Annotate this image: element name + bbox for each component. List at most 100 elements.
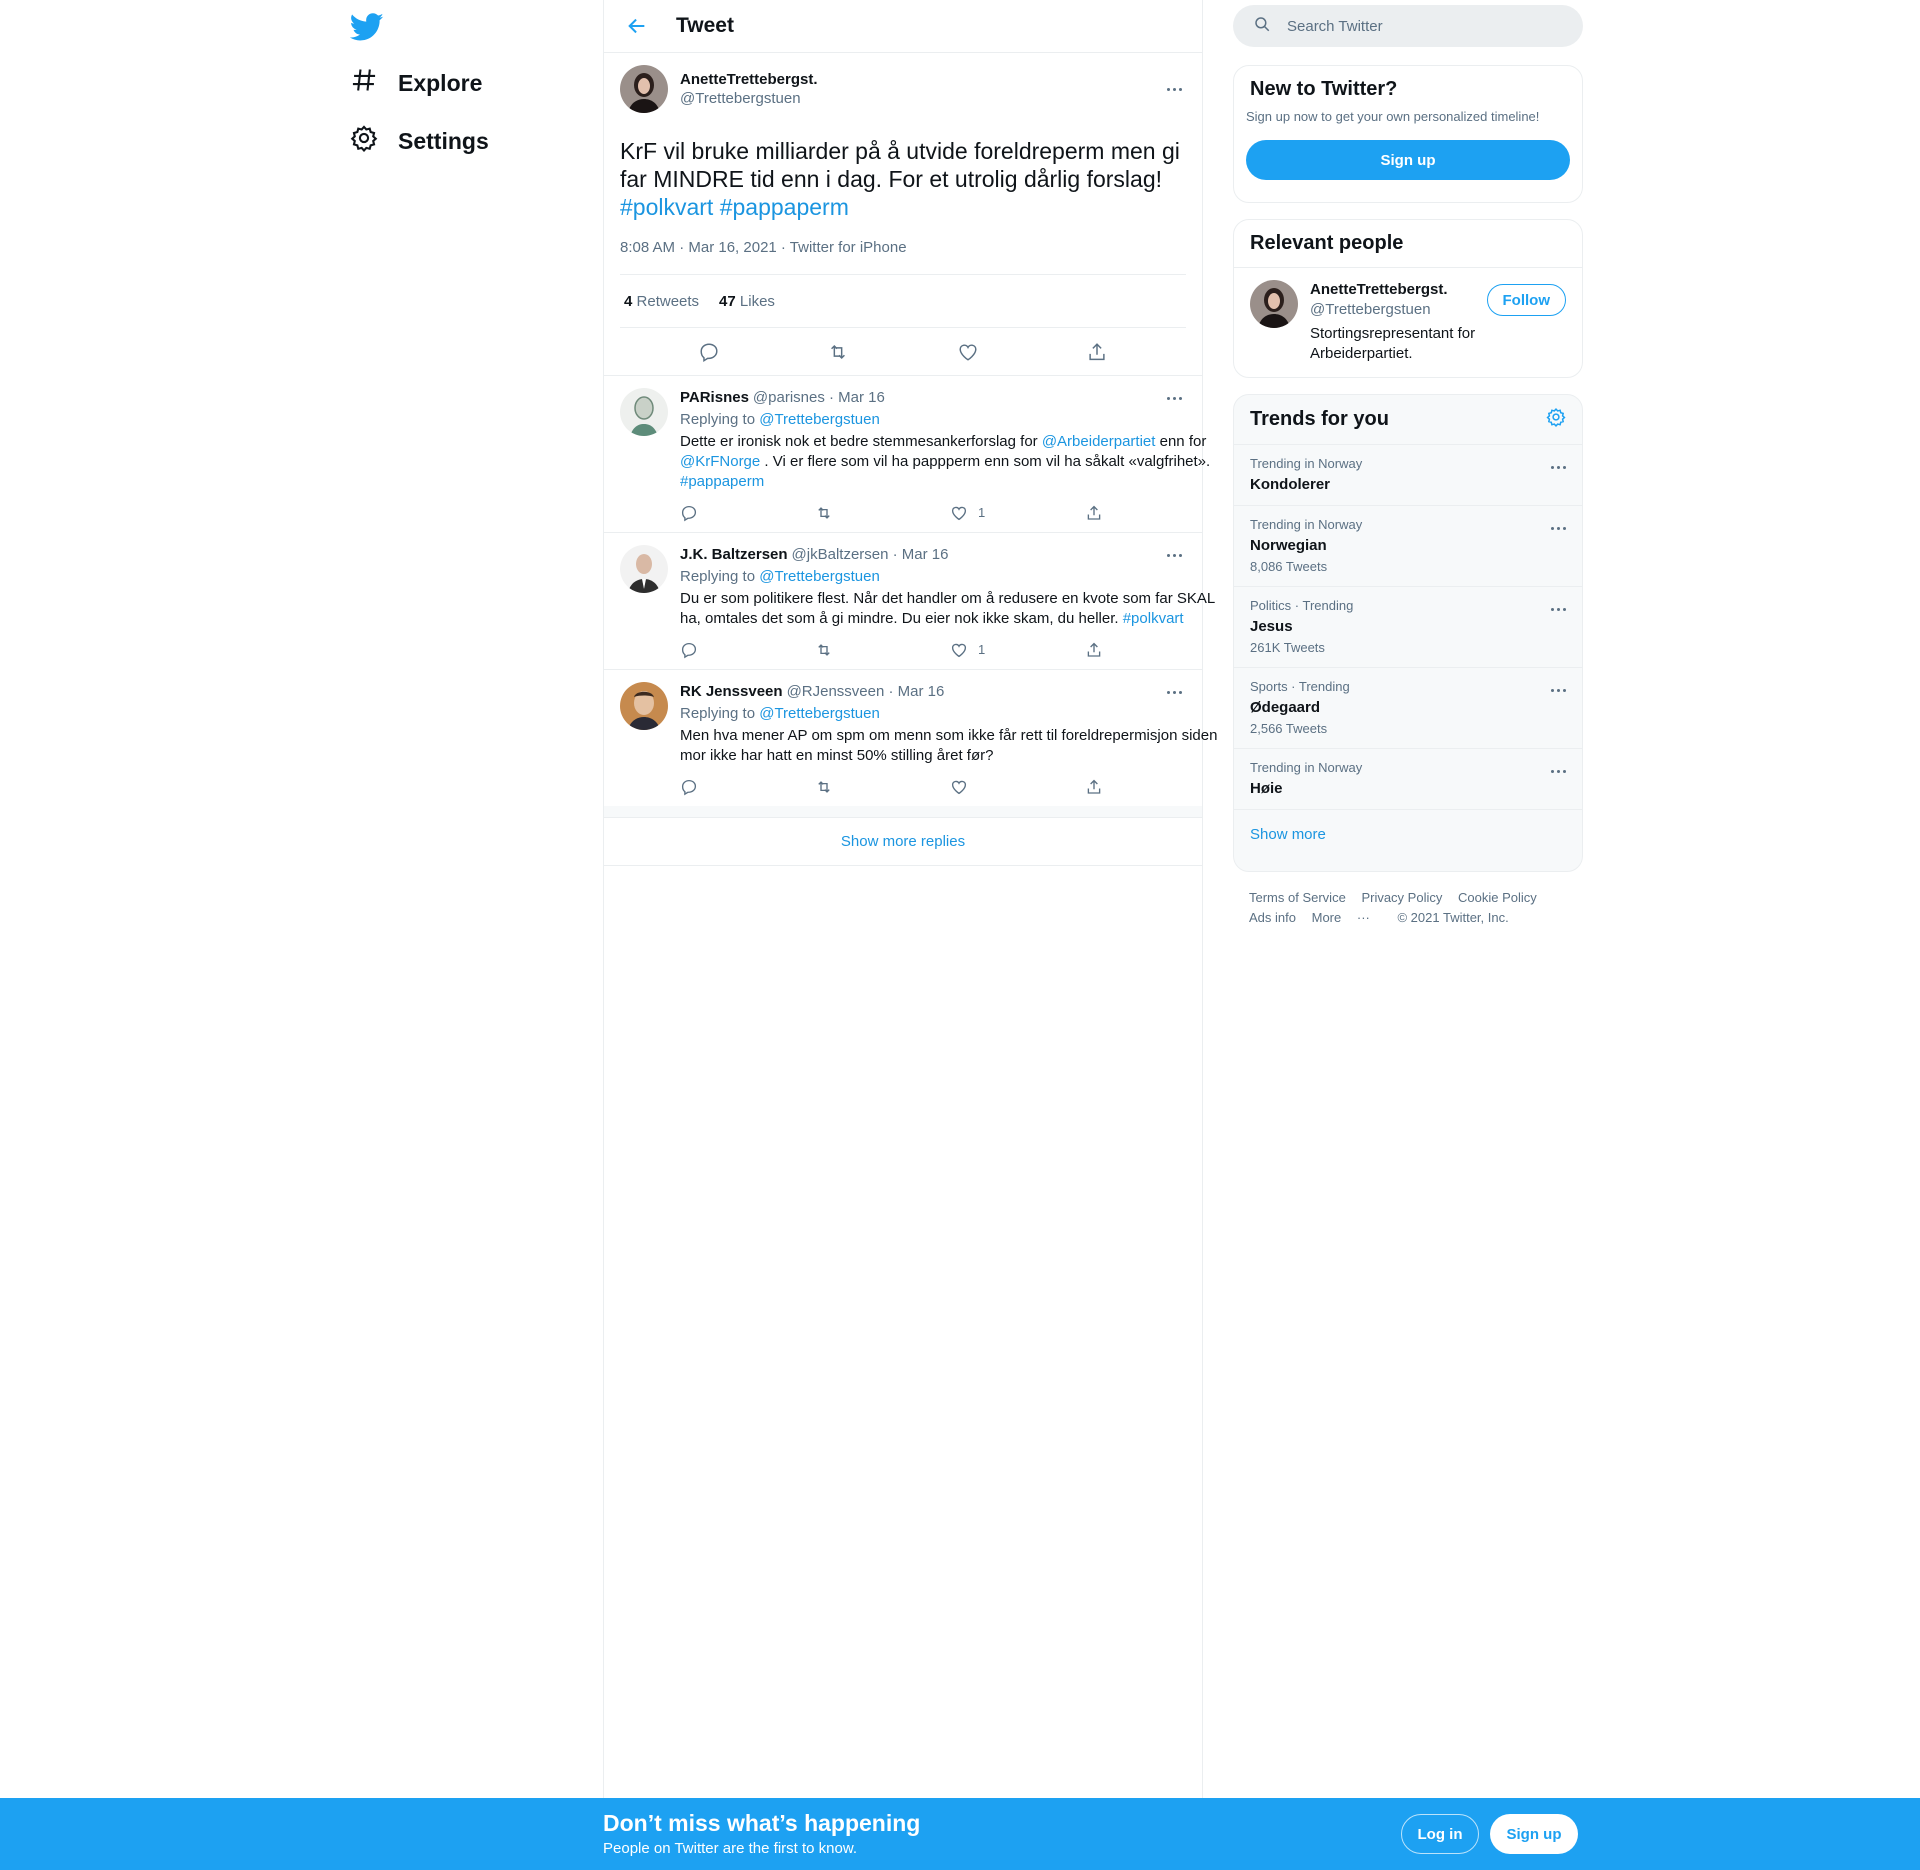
more-dots-icon[interactable] xyxy=(1546,457,1570,477)
retweet-icon[interactable] xyxy=(815,504,950,522)
trend-item[interactable]: Sports · Trending Ødegaard 2,566 Tweets xyxy=(1234,668,1582,749)
mention-link[interactable]: @KrFNorge xyxy=(680,453,760,470)
trend-name: Ødegaard xyxy=(1250,699,1321,716)
hashtag-link[interactable]: #pappaperm xyxy=(720,194,849,220)
nav-settings[interactable]: Settings xyxy=(350,116,489,166)
like-icon[interactable] xyxy=(948,332,988,372)
more-dots-icon[interactable] xyxy=(1546,680,1570,700)
reply-author-name[interactable]: PARisnes xyxy=(680,388,749,408)
gear-icon[interactable] xyxy=(1546,407,1566,432)
reply-text-part: . Vi er flere som vil ha pappperm enn so… xyxy=(764,453,1211,470)
avatar[interactable] xyxy=(1250,280,1298,328)
hashtag-link[interactable]: #polkvart xyxy=(620,194,713,220)
replying-label: Replying to xyxy=(680,705,756,722)
back-arrow-icon[interactable] xyxy=(620,9,654,43)
mention-link[interactable]: @Trettebergstuen xyxy=(759,411,880,428)
hashtag-link[interactable]: #pappaperm xyxy=(680,473,764,490)
trend-item[interactable]: Trending in Norway Norwegian 8,086 Tweet… xyxy=(1234,506,1582,587)
search-box[interactable] xyxy=(1233,5,1583,47)
reply-author-name[interactable]: J.K. Baltzersen xyxy=(680,545,788,565)
avatar[interactable] xyxy=(620,65,668,113)
reply-icon[interactable] xyxy=(680,778,815,796)
avatar[interactable] xyxy=(620,388,668,436)
tweet-meta[interactable]: 8:08 AM · Mar 16, 2021 · Twitter for iPh… xyxy=(620,239,1186,275)
trend-item[interactable]: Trending in Norway Høie xyxy=(1234,749,1582,810)
mention-link[interactable]: @Trettebergstuen xyxy=(759,568,880,585)
terms-link[interactable]: Terms of Service xyxy=(1249,888,1346,908)
reply-icon[interactable] xyxy=(680,504,815,522)
retweets-stat[interactable]: 4 Retweets xyxy=(624,293,699,310)
more-link[interactable]: More ··· xyxy=(1312,908,1382,928)
trend-item[interactable]: Trending in Norway Kondolerer xyxy=(1234,445,1582,506)
new-to-twitter-title: New to Twitter? xyxy=(1250,78,1398,100)
nav-explore[interactable]: Explore xyxy=(350,58,482,108)
more-dots-icon[interactable] xyxy=(1162,682,1186,702)
gear-icon xyxy=(350,124,378,158)
cookie-link[interactable]: Cookie Policy xyxy=(1458,888,1537,908)
signup-button[interactable]: Sign up xyxy=(1246,140,1570,180)
like-count: 1 xyxy=(978,505,986,520)
trend-context: Politics · Trending xyxy=(1250,598,1354,613)
nav-settings-label: Settings xyxy=(398,127,489,154)
trend-name: Norwegian xyxy=(1250,537,1327,554)
relevant-people-title: Relevant people xyxy=(1250,232,1404,254)
follow-button[interactable]: Follow xyxy=(1486,284,1566,316)
bottom-signup-button[interactable]: Sign up xyxy=(1490,1814,1578,1854)
mention-link[interactable]: @Arbeiderpartiet xyxy=(1042,433,1156,450)
privacy-link[interactable]: Privacy Policy xyxy=(1361,888,1442,908)
new-to-twitter-desc: Sign up now to get your own personalized… xyxy=(1246,109,1540,124)
relevant-person[interactable]: AnetteTrettebergst. @Trettebergstuen Sto… xyxy=(1234,267,1582,376)
reply-tweet[interactable]: RK Jenssveen @RJenssveen · Mar 16 Replyi… xyxy=(604,670,1217,806)
like-icon[interactable]: 1 xyxy=(950,503,1085,523)
person-name[interactable]: AnetteTrettebergst. xyxy=(1310,280,1480,300)
reply-tweet[interactable]: J.K. Baltzersen @jkBaltzersen · Mar 16 R… xyxy=(604,533,1215,670)
like-icon[interactable] xyxy=(950,778,1085,796)
retweet-icon[interactable] xyxy=(815,641,950,659)
like-icon[interactable]: 1 xyxy=(950,640,1085,660)
share-icon[interactable] xyxy=(1077,332,1117,372)
reply-icon[interactable] xyxy=(680,641,815,659)
retweet-icon[interactable] xyxy=(818,332,858,372)
trends-title: Trends for you xyxy=(1250,408,1389,430)
search-input[interactable] xyxy=(1287,17,1557,35)
share-icon[interactable] xyxy=(1085,504,1220,522)
share-icon[interactable] xyxy=(1085,778,1220,796)
avatar[interactable] xyxy=(620,682,668,730)
likes-label: Likes xyxy=(739,292,775,310)
trends-show-more-link[interactable]: Show more xyxy=(1234,810,1582,859)
more-dots-icon[interactable] xyxy=(1162,79,1186,99)
bottom-signup-bar: Don’t miss what’s happening People on Tw… xyxy=(0,1798,1920,1870)
author-display-name[interactable]: AnetteTrettebergst. xyxy=(680,71,818,88)
likes-stat[interactable]: 47 Likes xyxy=(719,293,775,310)
reply-author-name[interactable]: RK Jenssveen xyxy=(680,682,783,702)
hashtag-link[interactable]: #polkvart xyxy=(1123,610,1184,627)
more-dots-icon[interactable] xyxy=(1546,761,1570,781)
reply-handle-date[interactable]: @jkBaltzersen · Mar 16 xyxy=(792,545,949,565)
reply-handle-date[interactable]: @parisnes · Mar 16 xyxy=(753,388,885,408)
like-count: 1 xyxy=(978,642,986,657)
mention-link[interactable]: @Trettebergstuen xyxy=(759,705,880,722)
tweet-author[interactable]: AnetteTrettebergst. @Trettebergstuen xyxy=(620,65,1186,113)
reply-handle-date[interactable]: @RJenssveen · Mar 16 xyxy=(787,682,945,702)
share-icon[interactable] xyxy=(1085,641,1220,659)
login-button[interactable]: Log in xyxy=(1401,1814,1479,1854)
more-dots-icon[interactable] xyxy=(1162,545,1186,565)
trend-item[interactable]: Politics · Trending Jesus 261K Tweets xyxy=(1234,587,1582,668)
replying-label: Replying to xyxy=(680,411,756,428)
person-handle[interactable]: @Trettebergstuen xyxy=(1310,300,1480,320)
reply-icon[interactable] xyxy=(689,332,729,372)
reply-text: Dette er ironisk nok et bedre stemmesank… xyxy=(680,432,1220,492)
show-more-replies-button[interactable]: Show more replies xyxy=(604,818,1202,866)
twitter-bird-icon[interactable] xyxy=(349,10,384,44)
reply-tweet[interactable]: PARisnes @parisnes · Mar 16 Replying to … xyxy=(604,376,1210,533)
trends-header: Trends for you xyxy=(1234,395,1582,445)
more-dots-icon[interactable] xyxy=(1546,599,1570,619)
reply-actions: 1 xyxy=(680,639,1220,661)
more-dots-icon[interactable] xyxy=(1546,518,1570,538)
main-column: Tweet AnetteTrettebergst. @Trettebergstu… xyxy=(603,0,1217,1870)
avatar[interactable] xyxy=(620,545,668,593)
ads-info-link[interactable]: Ads info xyxy=(1249,908,1296,928)
more-dots-icon[interactable] xyxy=(1162,388,1186,408)
author-handle[interactable]: @Trettebergstuen xyxy=(680,90,818,107)
retweet-icon[interactable] xyxy=(815,778,950,796)
